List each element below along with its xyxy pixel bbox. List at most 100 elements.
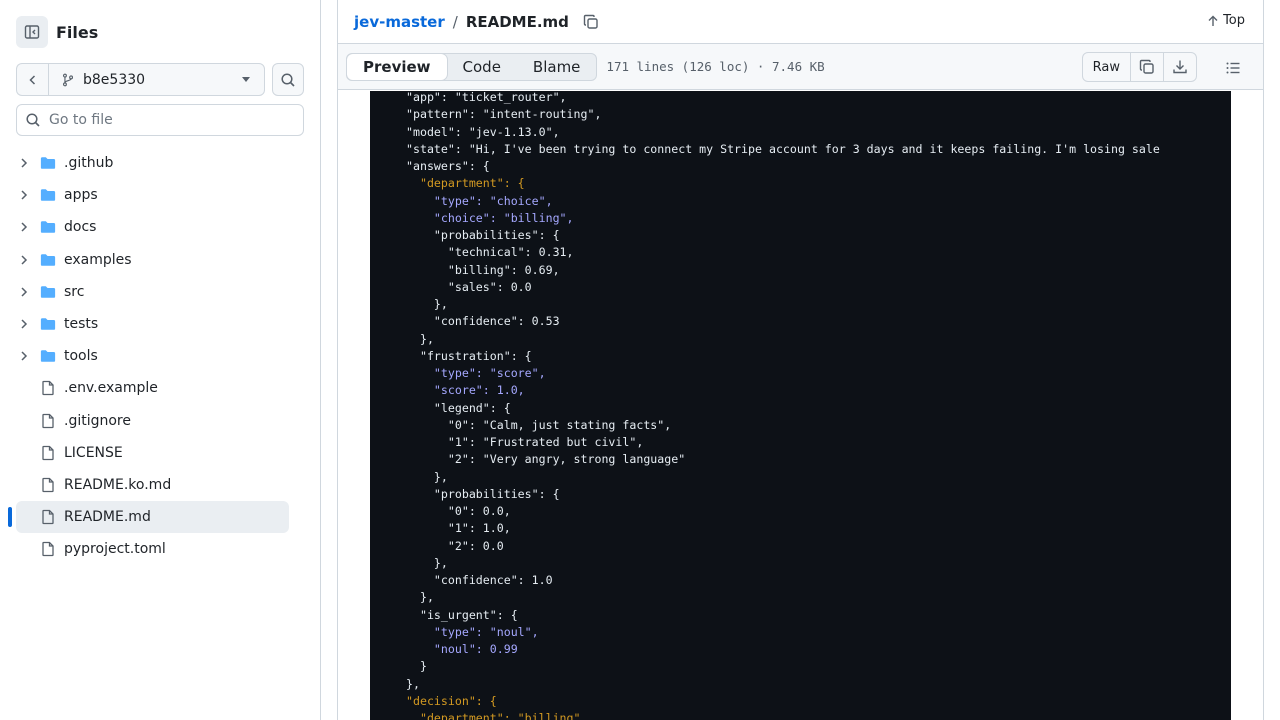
- tree-item-readme-ko-md[interactable]: README.ko.md: [16, 469, 289, 501]
- folder-icon: [40, 252, 56, 268]
- code-line: "noul": 0.99: [406, 642, 518, 656]
- tree-item-docs[interactable]: docs: [16, 211, 289, 243]
- code-line: "app": "ticket_router",: [406, 91, 567, 104]
- code-line: "sales": 0.0: [406, 279, 532, 294]
- code-line: "2": 0.0: [406, 538, 504, 553]
- folder-icon: [40, 348, 56, 364]
- tree-item-readme-md[interactable]: README.md: [8, 501, 289, 534]
- tree-item-tools[interactable]: tools: [16, 340, 289, 372]
- chevron-right-icon[interactable]: [16, 157, 32, 169]
- raw-button[interactable]: Raw: [1083, 53, 1130, 81]
- code-line: "probabilities": {: [406, 228, 560, 242]
- code-line: "state": "Hi, I've been trying to connec…: [406, 141, 1160, 156]
- copy-icon: [583, 14, 598, 29]
- tree-item-label: src: [64, 283, 85, 300]
- tree-item-label: docs: [64, 219, 97, 236]
- search-icon: [26, 113, 40, 127]
- tree-item-label: tools: [64, 348, 98, 365]
- folder-icon: [40, 284, 56, 300]
- tree-item-gitignore[interactable]: .gitignore: [16, 405, 289, 437]
- tab-code[interactable]: Code: [447, 54, 517, 80]
- code-line: "frustration": {: [406, 348, 532, 363]
- sidebar-header: Files: [16, 16, 98, 48]
- file-actions: Raw: [1081, 52, 1197, 82]
- tree-item-license[interactable]: LICENSE: [16, 437, 289, 469]
- chevron-right-icon[interactable]: [16, 189, 32, 201]
- branch-selector[interactable]: b8e5330: [48, 63, 265, 96]
- tree-item-label: LICENSE: [64, 444, 123, 461]
- tree-item-label: tests: [64, 316, 99, 333]
- download-button[interactable]: [1163, 53, 1196, 81]
- folder-icon: [40, 155, 56, 171]
- code-line: "pattern": "intent-routing",: [406, 107, 602, 122]
- chevron-right-icon[interactable]: [16, 286, 32, 298]
- file-icon: [40, 445, 56, 461]
- tree-item-label: .env.example: [64, 380, 158, 397]
- code-line: "type": "choice",: [406, 193, 553, 208]
- search-files-button[interactable]: [272, 63, 304, 96]
- code-line: "model": "jev-1.13.0",: [406, 124, 560, 139]
- tab-preview[interactable]: Preview: [347, 53, 447, 80]
- file-meta: 171 lines (126 loc) · 7.46 KB: [606, 59, 825, 74]
- list-unordered-icon: [1226, 62, 1240, 74]
- tree-item-src[interactable]: src: [16, 276, 289, 308]
- code-line: }: [406, 659, 427, 674]
- breadcrumb: jev-master / README.md Top: [338, 0, 1263, 44]
- chevron-left-icon: [28, 74, 35, 85]
- view-mode-tabs: Preview Code Blame: [346, 52, 598, 81]
- copy-raw-button[interactable]: [1130, 53, 1163, 81]
- collapse-sidebar-button[interactable]: [16, 16, 48, 48]
- code-line: "decision": {: [406, 693, 497, 708]
- chevron-right-icon[interactable]: [16, 254, 32, 266]
- chevron-right-icon[interactable]: [16, 350, 32, 362]
- tree-item-examples[interactable]: examples: [16, 244, 289, 276]
- file-sidebar: Files b8e5330 Go to file .github apps do…: [0, 0, 321, 720]
- code-line: "technical": 0.31,: [406, 245, 574, 260]
- copy-icon: [1139, 59, 1154, 74]
- code-line: "confidence": 1.0: [406, 573, 553, 587]
- code-line: "answers": {: [406, 159, 490, 173]
- code-line: "0": "Calm, just stating facts",: [406, 417, 672, 432]
- chevron-right-icon[interactable]: [16, 318, 32, 330]
- tree-item-label: .gitignore: [64, 412, 131, 429]
- outline-button[interactable]: [1223, 58, 1243, 78]
- breadcrumb-separator: /: [452, 12, 458, 31]
- top-button[interactable]: Top: [1207, 13, 1245, 28]
- file-view: jev-master / README.md Top Preview Code …: [337, 0, 1264, 720]
- code-line: "legend": {: [406, 400, 511, 415]
- tree-item-tests[interactable]: tests: [16, 308, 289, 340]
- code-line: },: [406, 676, 420, 691]
- branch-row: b8e5330: [16, 63, 304, 96]
- file-toolbar: Preview Code Blame 171 lines (126 loc) ·…: [338, 44, 1263, 90]
- code-line: "department": "billing",: [406, 711, 588, 720]
- tree-item-label: apps: [64, 187, 98, 204]
- back-button[interactable]: [16, 63, 48, 96]
- file-icon: [40, 509, 56, 525]
- code-line: "is_urgent": {: [406, 607, 518, 622]
- copy-path-button[interactable]: [581, 12, 601, 32]
- go-to-file-input[interactable]: [49, 112, 289, 128]
- git-branch-icon: [62, 73, 74, 86]
- arrow-up-icon: [1208, 15, 1218, 26]
- branch-name: b8e5330: [83, 71, 146, 88]
- code-line: },: [406, 331, 434, 346]
- go-to-file-field[interactable]: [16, 104, 304, 136]
- code-line: },: [406, 590, 434, 605]
- file-tree: .github apps docs examples src tests tools .env…: [8, 147, 289, 565]
- tree-item-apps[interactable]: apps: [16, 179, 289, 211]
- chevron-right-icon[interactable]: [16, 221, 32, 233]
- tree-item-github[interactable]: .github: [16, 147, 289, 179]
- download-icon: [1173, 60, 1187, 74]
- code-line: "1": "Frustrated but civil",: [406, 435, 644, 449]
- sidebar-collapse-icon: [24, 25, 40, 39]
- tree-item-env-example[interactable]: .env.example: [16, 372, 289, 404]
- breadcrumb-repo-link[interactable]: jev-master: [354, 13, 445, 31]
- code-line: "choice": "billing",: [406, 210, 574, 225]
- tree-item-label: examples: [64, 251, 132, 268]
- folder-icon: [40, 316, 56, 332]
- code-line: "1": 1.0,: [406, 521, 511, 536]
- tab-blame[interactable]: Blame: [517, 54, 597, 80]
- tree-item-pyproject-toml[interactable]: pyproject.toml: [16, 533, 289, 565]
- code-line: "0": 0.0,: [406, 504, 511, 518]
- code-line: "type": "noul",: [406, 624, 539, 639]
